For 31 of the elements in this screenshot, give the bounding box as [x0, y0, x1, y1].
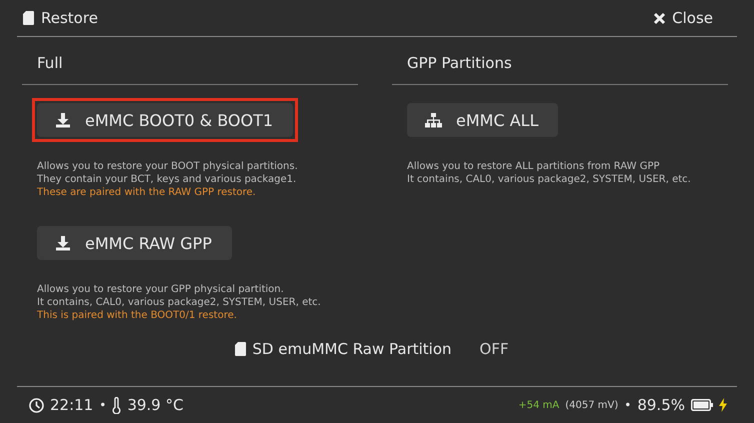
separator-text: • — [99, 398, 106, 412]
section-title: Full — [22, 54, 358, 85]
current-text: +54 mA — [518, 400, 560, 410]
battery-text: 89.5% — [637, 396, 685, 414]
window-title: Restore — [41, 9, 98, 27]
thermometer-icon — [112, 396, 122, 414]
download-icon — [55, 235, 71, 251]
description-text: They contain your BCT, keys and various package1. — [37, 173, 298, 186]
voltage-text: (4057 mV) — [565, 400, 618, 410]
sd-card-icon — [23, 11, 34, 25]
close-button[interactable]: Close — [653, 9, 713, 27]
sd-card-icon — [235, 342, 246, 356]
restore-button[interactable]: eMMC BOOT0 & BOOT1 — [32, 98, 298, 142]
battery-icon — [691, 399, 713, 411]
time-text: 22:11 — [50, 396, 94, 414]
separator-text: • — [624, 398, 632, 412]
section-title: GPP Partitions — [392, 54, 728, 85]
description-text: It contains, CAL0, various package2, SYSTEM, USER, etc. — [407, 173, 692, 186]
warning-text: This is paired with the BOOT0/1 restore. — [37, 309, 238, 322]
warning-text: These are paired with the RAW GPP restore. — [37, 186, 257, 199]
download-icon — [55, 112, 71, 128]
close-icon — [653, 12, 666, 24]
clock-icon — [29, 398, 44, 412]
toggle-label: SD emuMMC Raw Partition — [252, 340, 452, 358]
description-text: It contains, CAL0, various package2, SYSTEM, USER, etc. — [37, 296, 322, 309]
temperature-text: 39.9 °C — [127, 396, 184, 414]
description-text: Allows you to restore your GPP physical partition. — [37, 283, 285, 296]
hierarchy-icon — [425, 112, 442, 128]
description-text: Allows you to restore your BOOT physical partitions. — [37, 160, 299, 173]
toggle-value[interactable]: OFF — [480, 340, 509, 358]
description-text: Allows you to restore ALL partitions from RAW GPP — [407, 160, 661, 173]
